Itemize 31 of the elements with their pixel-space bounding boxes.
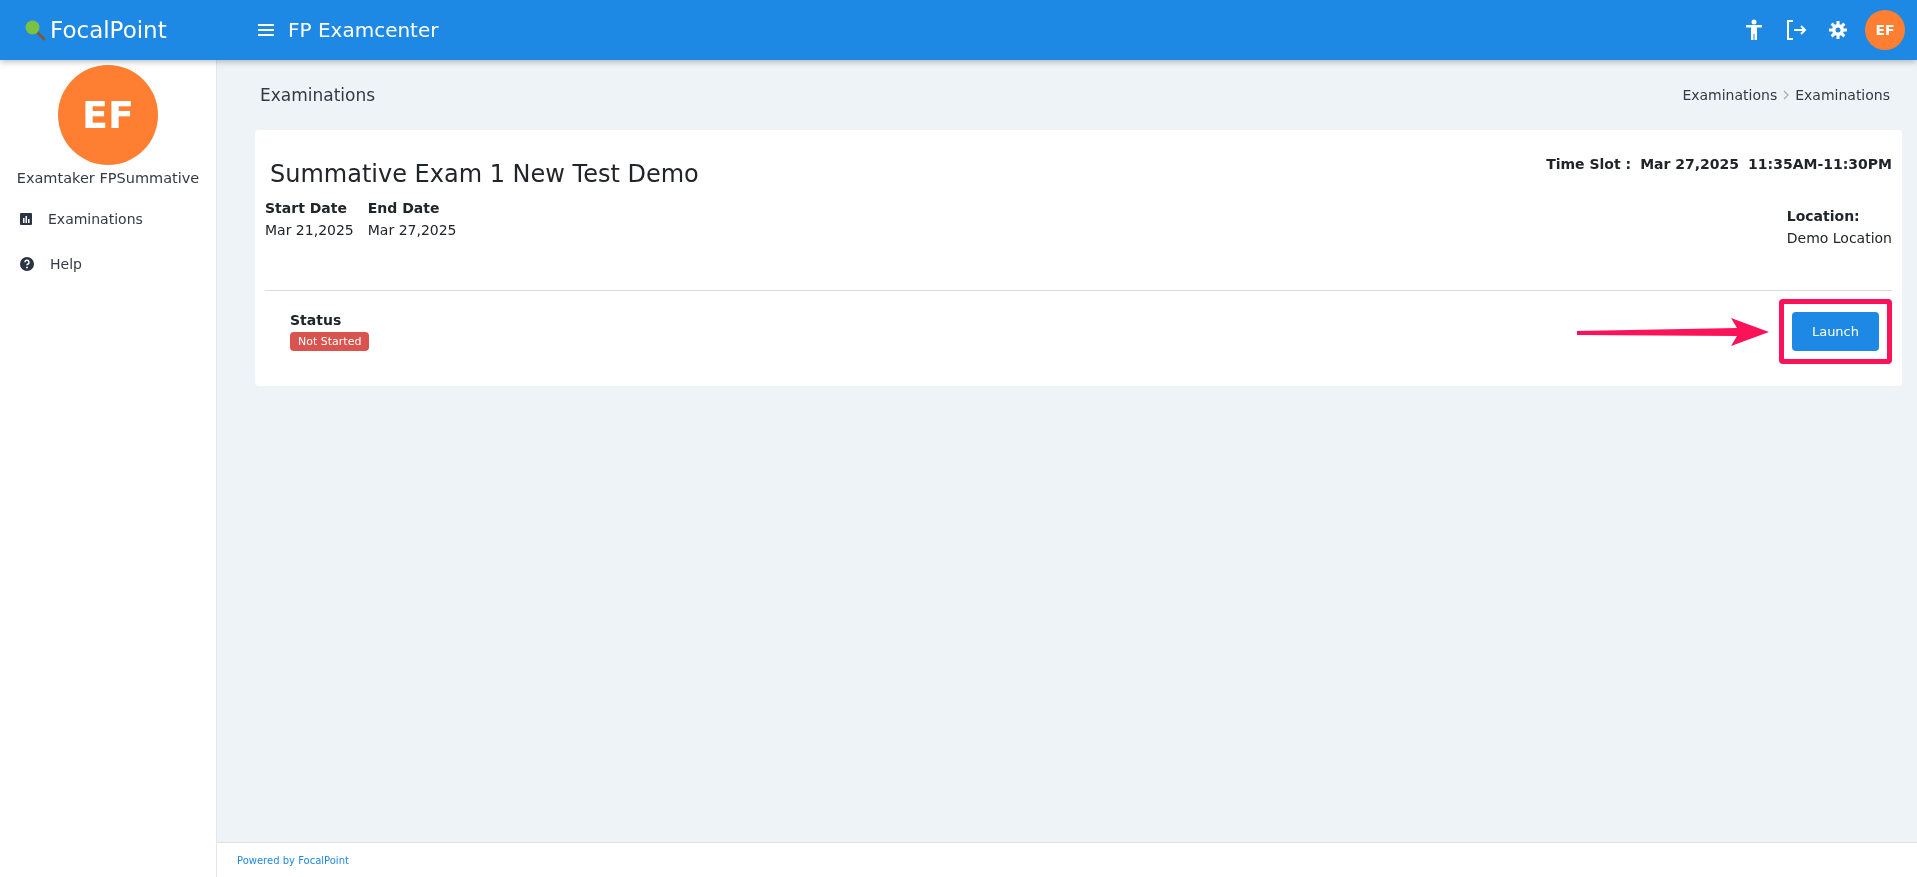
breadcrumb-link[interactable]: Examinations <box>1795 87 1890 103</box>
status-badge: Not Started <box>290 332 370 351</box>
date-label: Start Date <box>265 200 348 216</box>
app-title: FP Examcenter <box>288 18 439 42</box>
chevron-icon <box>1783 90 1790 100</box>
menu-icon[interactable] <box>258 24 274 36</box>
launch-button[interactable]: Launch <box>1791 312 1879 351</box>
location-value: Demo Location <box>1786 230 1892 246</box>
time-slot-label: Time Slot : <box>1546 156 1632 172</box>
help-icon <box>20 256 34 271</box>
accessibility-icon[interactable] <box>1745 19 1763 41</box>
time-slot-time: 11:35AM-11:30PM <box>1748 156 1892 172</box>
chart-icon <box>20 212 32 225</box>
page-title: Examinations <box>260 85 376 105</box>
exam-title: Summative Exam 1 New Test Demo <box>270 160 699 188</box>
time-slot-date: Mar 27,2025 <box>1640 156 1740 172</box>
date-value: Mar 27,2025 <box>367 222 457 238</box>
user-name: Examtaker FPSummative <box>15 170 201 186</box>
sidebar-item[interactable]: Help <box>0 241 216 286</box>
logout-icon[interactable] <box>1785 19 1807 41</box>
footer-link[interactable]: Powered by FocalPoint <box>237 854 349 866</box>
sidebar-item[interactable]: Examinations <box>0 196 216 241</box>
settings-icon[interactable] <box>1829 21 1847 39</box>
location-label: Location: <box>1786 208 1861 224</box>
magnifier-logo-icon <box>24 19 46 41</box>
date-label: End Date <box>367 200 441 216</box>
user-avatar: EF <box>58 65 158 165</box>
date-value: Mar 21,2025 <box>265 222 354 238</box>
breadcrumb-link[interactable]: Examinations <box>1682 87 1778 103</box>
status-label: Status <box>290 312 342 328</box>
brand-name: FocalPoint <box>50 17 167 43</box>
